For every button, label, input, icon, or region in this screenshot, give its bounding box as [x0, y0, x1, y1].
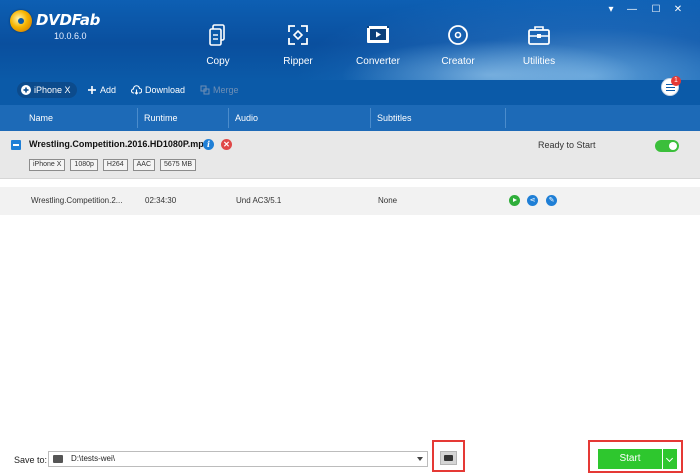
tab-copy[interactable]: Copy	[183, 22, 253, 67]
profile-tags: iPhone X 1080p H264 AAC 5675 MB	[29, 159, 197, 171]
info-icon[interactable]: i	[203, 139, 214, 150]
table-row[interactable]: Wrestling.Competition.2... 02:34:30 Und …	[0, 187, 700, 215]
column-divider	[137, 108, 138, 128]
profile-label: iPhone X	[34, 85, 71, 95]
browse-highlight	[432, 440, 465, 472]
status-text: Ready to Start	[538, 140, 596, 150]
add-button[interactable]: Add	[87, 82, 116, 98]
play-icon[interactable]	[509, 195, 520, 206]
remove-icon[interactable]: ✕	[221, 139, 232, 150]
menu-button[interactable]: 1	[661, 76, 681, 96]
browse-folder-button[interactable]	[440, 451, 457, 465]
maximize-button[interactable]: ☐	[649, 4, 663, 16]
utilities-icon	[528, 26, 550, 45]
edit-icon[interactable]: ✎	[546, 195, 557, 206]
tab-utilities-label: Utilities	[522, 56, 556, 67]
tab-copy-label: Copy	[206, 56, 230, 67]
pin-icon[interactable]: ▾	[604, 4, 618, 16]
start-options-dropdown[interactable]	[663, 449, 677, 469]
tab-converter-label: Converter	[356, 56, 400, 67]
track-subtitles[interactable]: None	[378, 187, 397, 215]
column-name[interactable]: Name	[29, 105, 53, 131]
notification-badge: 1	[671, 76, 681, 86]
tag-size: 5675 MB	[160, 159, 197, 171]
ripper-icon	[288, 25, 308, 45]
toolbar: iPhone X Add Download Merge	[0, 80, 700, 105]
column-audio[interactable]: Audio	[235, 105, 258, 131]
download-label: Download	[145, 85, 186, 95]
add-circle-icon	[21, 85, 31, 95]
tab-utilities[interactable]: Utilities	[504, 22, 574, 67]
download-button[interactable]: Download	[131, 82, 185, 98]
column-divider	[370, 108, 371, 128]
tag-device: iPhone X	[29, 159, 66, 171]
close-button[interactable]: ✕	[671, 4, 685, 16]
column-header: Name Runtime Audio Subtitles	[0, 105, 700, 131]
column-subtitles[interactable]: Subtitles	[377, 105, 412, 131]
tab-ripper[interactable]: Ripper	[263, 22, 333, 67]
app-header: DVDFab 10.0.6.0 ▾ — ☐ ✕ Copy Ripper Conv…	[0, 0, 700, 80]
tag-audio-codec: AAC	[132, 159, 156, 171]
track-runtime: 02:34:30	[145, 196, 177, 205]
tab-converter[interactable]: Converter	[343, 22, 413, 67]
track-audio[interactable]: Und AC3/5.1	[236, 187, 281, 215]
profile-selector[interactable]: iPhone X	[17, 82, 77, 98]
footer-bar: Save to: D:\tests-wei\ Start	[0, 440, 700, 476]
converter-icon	[367, 26, 389, 43]
cloud-download-icon	[131, 85, 142, 95]
merge-icon	[200, 85, 210, 95]
add-label: Add	[100, 85, 117, 95]
file-title: Wrestling.Competition.2016.HD1080P.mp4	[29, 139, 209, 149]
tag-video-codec: H264	[102, 159, 128, 171]
copy-icon	[209, 24, 225, 46]
tab-ripper-label: Ripper	[283, 56, 313, 67]
column-divider	[228, 108, 229, 128]
start-highlight: Start	[588, 440, 683, 473]
enable-toggle[interactable]	[655, 140, 679, 152]
merge-label: Merge	[213, 85, 239, 95]
merge-button[interactable]: Merge	[200, 82, 239, 98]
creator-icon	[448, 25, 468, 45]
folder-icon	[53, 455, 63, 463]
dropdown-arrow-icon[interactable]	[417, 457, 423, 461]
minimize-button[interactable]: —	[625, 4, 639, 16]
logo-disc-icon	[10, 10, 32, 32]
tag-resolution: 1080p	[70, 159, 98, 171]
start-button[interactable]: Start	[598, 449, 662, 469]
tab-creator-label: Creator	[441, 56, 475, 67]
app-logo: DVDFab 10.0.6.0	[10, 10, 100, 44]
column-runtime[interactable]: Runtime	[144, 105, 178, 131]
save-to-label: Save to:	[14, 455, 48, 465]
save-path-value: D:\tests-wei\	[71, 454, 116, 463]
collapse-icon[interactable]	[11, 140, 21, 150]
save-path-dropdown[interactable]: D:\tests-wei\	[48, 451, 428, 467]
plus-icon	[88, 86, 96, 94]
app-version: 10.0.6.0	[54, 31, 87, 41]
title-row[interactable]: Wrestling.Competition.2016.HD1080P.mp4 i…	[0, 131, 700, 179]
app-name: DVDFab	[36, 11, 101, 29]
column-divider	[505, 108, 506, 128]
share-icon[interactable]: ⋖	[527, 195, 538, 206]
tab-creator[interactable]: Creator	[423, 22, 493, 67]
track-name: Wrestling.Competition.2...	[31, 196, 123, 205]
